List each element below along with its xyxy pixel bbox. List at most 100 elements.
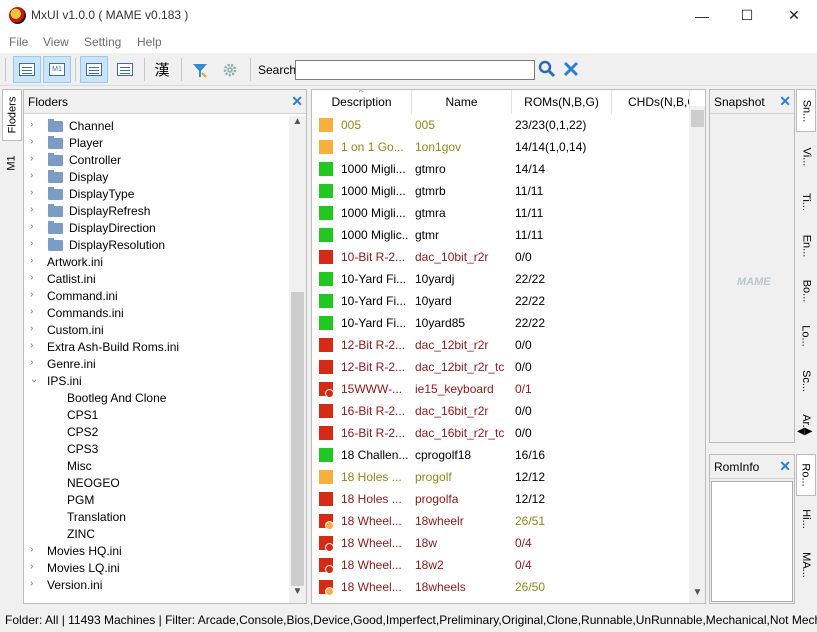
game-list-scroll-thumb[interactable] [691,110,704,127]
game-row[interactable]: 15WWW-... ie15_keyboard 0/1 [312,378,692,400]
right-tab[interactable]: Lo... [796,314,816,357]
chevron-down-icon[interactable]: ⌄ [30,374,38,385]
tab-scroll-arrows[interactable]: ◀▶ [797,426,812,437]
maximize-button[interactable]: ☐ [724,0,770,31]
chevron-right-icon[interactable]: › [30,221,33,232]
menu-help[interactable]: Help [137,35,162,49]
right-tab[interactable]: En... [796,225,816,267]
game-row[interactable]: 12-Bit R-2... dac_12bit_r2r_tc 0/0 [312,356,692,378]
folder-tree-item-label: Catlist.ini [47,272,96,286]
chevron-right-icon[interactable]: › [30,136,33,147]
chevron-right-icon[interactable]: › [30,561,33,572]
game-row[interactable]: 10-Yard Fi... 10yard 22/22 [312,290,692,312]
right-tab[interactable]: Bo... [796,269,816,312]
status-icon [319,162,333,176]
game-row[interactable]: 18 Wheel... 18wheels 26/50 [312,576,692,598]
game-row[interactable]: 1 on 1 Go... 1on1gov 14/14(1,0,14) [312,136,692,158]
chevron-right-icon[interactable]: › [30,238,33,249]
game-row[interactable]: 005 005 23/23(0,1,22) [312,114,692,136]
settings-button[interactable] [216,56,244,83]
game-row[interactable]: 18 Holes ... progolfa 12/12 [312,488,692,510]
game-row[interactable]: 12-Bit R-2... dac_12bit_r2r 0/0 [312,334,692,356]
search-button[interactable] [538,60,556,78]
chevron-right-icon[interactable]: › [30,544,33,555]
sort-ascending-icon: ^ [359,89,363,97]
chevron-right-icon[interactable]: › [30,289,33,300]
game-row[interactable]: 1000 Miglic... gtmr 11/11 [312,224,692,246]
show-m1-button[interactable]: M1 [43,56,71,83]
column-chds[interactable]: CHDs(N,B,G) [612,90,690,114]
chevron-right-icon[interactable]: › [30,170,33,181]
right-tab[interactable]: Ro... [796,454,816,496]
game-row[interactable]: 18 Holes ... progolf 12/12 [312,466,692,488]
chevron-right-icon[interactable]: › [30,153,33,164]
chevron-right-icon[interactable]: › [30,187,33,198]
menu-view[interactable]: View [43,35,69,49]
tab-m1[interactable]: M1 [2,145,22,181]
show-folders-button[interactable] [13,56,41,83]
right-tab[interactable]: Hi... [796,498,816,540]
status-icon [319,580,334,596]
game-row[interactable]: 18 Wheel... 18wheelr 26/51 [312,510,692,532]
game-row[interactable]: 18 Wheel... 18w 0/4 [312,532,692,554]
game-row[interactable]: 16-Bit R-2... dac_16bit_r2r_tc 0/0 [312,422,692,444]
chevron-right-icon[interactable]: › [30,357,33,368]
clear-search-button[interactable] [562,60,580,78]
game-description-cell: 10-Yard Fi... [341,316,407,330]
close-folders-panel-icon[interactable]: ✕ [291,93,303,110]
search-input[interactable] [295,60,535,80]
folder-tree-item-label: CPS1 [67,408,99,422]
close-snapshot-panel-icon[interactable]: ✕ [779,93,791,110]
scroll-down-arrow[interactable]: ▼ [689,587,705,603]
folders-scroll-thumb[interactable] [291,292,304,586]
detail-view-button[interactable] [111,56,139,83]
game-row[interactable]: 16-Bit R-2... dac_16bit_r2r 0/0 [312,400,692,422]
search-label: Search: [258,63,300,77]
close-rominfo-panel-icon[interactable]: ✕ [779,458,791,475]
game-name-cell: dac_12bit_r2r_tc [415,360,505,374]
chevron-right-icon[interactable]: › [30,323,33,334]
chevron-right-icon[interactable]: › [30,255,33,266]
menu-file[interactable]: File [9,35,28,49]
right-tab[interactable]: Sc... [796,359,816,402]
game-row[interactable]: 1000 Migli... gtmrb 11/11 [312,180,692,202]
game-row[interactable]: 18 Challen... cprogolf18 16/16 [312,444,692,466]
tab-folders[interactable]: Floders [2,89,22,141]
game-row[interactable]: 1000 Migli... gtmra 11/11 [312,202,692,224]
scroll-up-arrow[interactable]: ▲ [289,116,306,133]
scroll-down-arrow[interactable]: ▼ [289,586,306,603]
game-row[interactable]: 10-Yard Fi... 10yard85 22/22 [312,312,692,334]
game-list-scrollbar[interactable]: ▼ [689,106,705,603]
game-name-cell: dac_16bit_r2r [415,404,489,418]
right-tab[interactable]: Sn... [796,89,816,132]
right-tab[interactable]: MA... [796,542,816,587]
chevron-right-icon[interactable]: › [30,340,33,351]
game-row[interactable]: 10-Bit R-2... dac_10bit_r2r 0/0 [312,246,692,268]
folder-icon [48,119,63,132]
filter-button[interactable] [186,56,214,83]
right-tab[interactable]: Vi... [796,134,816,179]
game-row[interactable]: 1000 Migli... gtmro 14/14 [312,158,692,180]
chevron-right-icon[interactable]: › [30,306,33,317]
column-roms[interactable]: ROMs(N,B,G) [512,90,612,114]
status-icon [319,470,333,484]
list-view-button[interactable] [80,56,108,83]
game-row[interactable]: 18 Wheel... 18w2 0/4 [312,554,692,576]
menu-setting[interactable]: Setting [84,35,121,49]
column-name[interactable]: Name [412,90,512,114]
right-tab[interactable]: Ti... [796,181,816,223]
game-row[interactable]: 10-Yard Fi... 10yardj 22/22 [312,268,692,290]
status-icon [319,184,333,198]
folders-scrollbar[interactable]: ▲ ▼ [289,116,306,603]
minimize-button[interactable]: — [679,0,725,31]
chevron-right-icon[interactable]: › [30,204,33,215]
chevron-right-icon[interactable]: › [30,578,33,589]
folder-icon [48,187,63,200]
close-button[interactable]: ✕ [771,0,817,31]
chevron-right-icon[interactable]: › [30,119,33,130]
rominfo-textbox[interactable] [711,481,793,602]
game-roms-cell: 11/11 [515,228,544,242]
chevron-right-icon[interactable]: › [30,272,33,283]
right-tab[interactable]: Ar... [796,404,816,444]
kanji-button[interactable]: 漢 [148,56,176,83]
